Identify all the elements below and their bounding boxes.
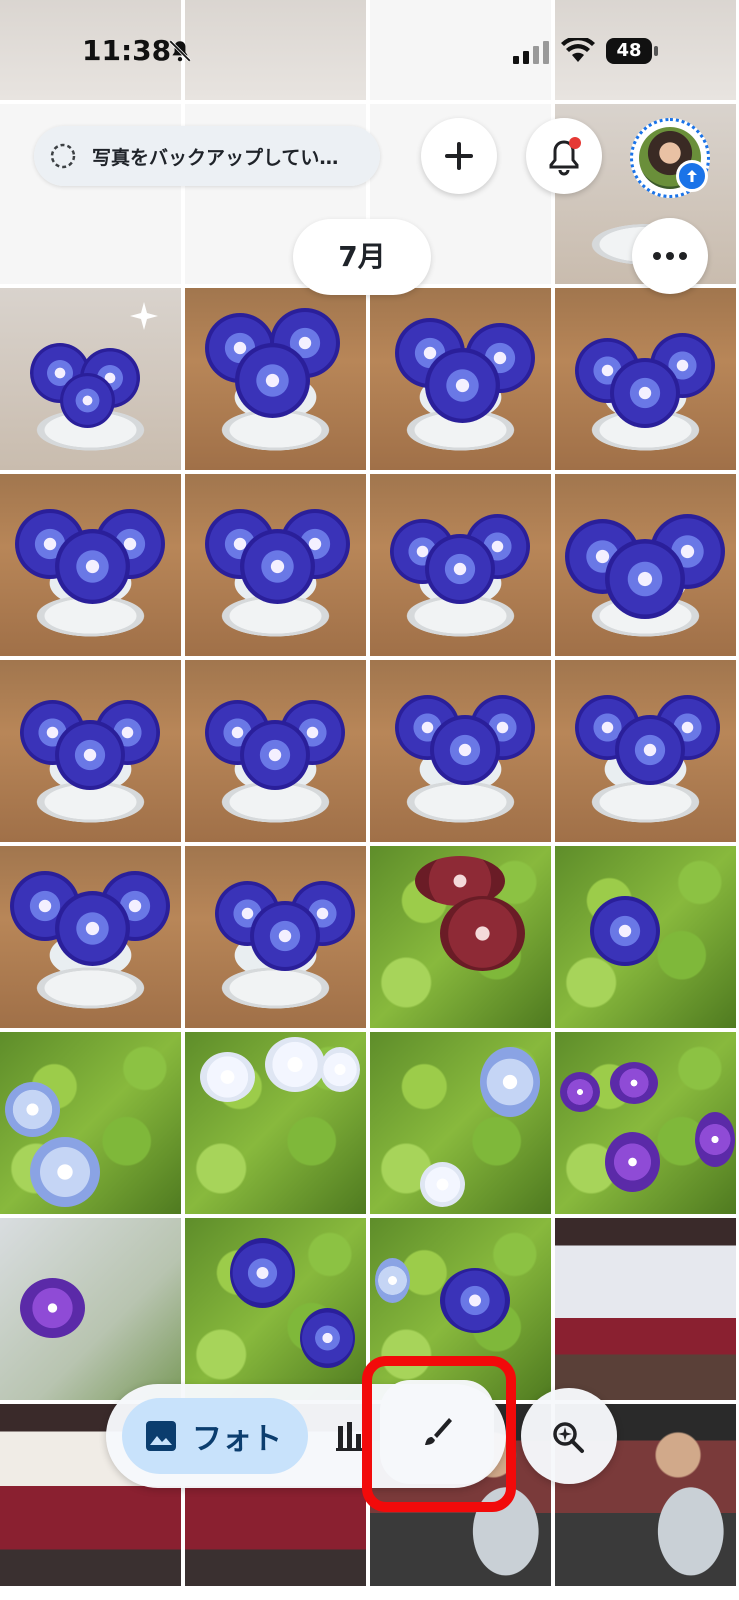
photo-thumbnail[interactable] — [0, 660, 181, 842]
search-button[interactable] — [521, 1388, 617, 1484]
photo-thumbnail[interactable] — [555, 846, 736, 1028]
more-horizontal-icon — [653, 252, 687, 260]
tab-photos-label: フォト — [192, 1422, 282, 1457]
tab-photos[interactable]: フォト — [122, 1398, 308, 1474]
backup-status-pill[interactable]: 写真をバックアップしてい… — [34, 126, 380, 186]
ask-search-icon — [553, 1422, 584, 1453]
photo-thumbnail[interactable] — [370, 846, 551, 1028]
photo-thumbnail[interactable] — [370, 1032, 551, 1214]
plus-icon — [445, 142, 473, 170]
photo-thumbnail[interactable] — [555, 660, 736, 842]
photo-thumbnail[interactable] — [185, 660, 366, 842]
photo-thumbnail[interactable] — [185, 846, 366, 1028]
photo-thumbnail[interactable] — [555, 288, 736, 470]
wifi-icon — [561, 38, 595, 62]
photo-thumbnail[interactable] — [0, 474, 181, 656]
more-options-button[interactable] — [632, 218, 708, 294]
photo-thumbnail[interactable] — [370, 474, 551, 656]
photo-thumbnail[interactable] — [555, 1032, 736, 1214]
notification-bell-icon — [549, 137, 581, 176]
photo-thumbnail[interactable] — [185, 0, 366, 100]
backup-progress-icon — [50, 143, 76, 169]
photo-thumbnail[interactable] — [370, 660, 551, 842]
status-time: 11:38 — [82, 34, 172, 67]
sparkle-icon — [130, 302, 158, 330]
photo-thumbnail[interactable] — [185, 1032, 366, 1214]
silent-mode-icon — [169, 40, 191, 62]
notifications-button[interactable] — [526, 118, 602, 194]
highlight-frame — [362, 1356, 516, 1512]
upload-arrow-icon — [676, 160, 708, 192]
photo-thumbnail[interactable] — [0, 1218, 181, 1400]
photo-thumbnail[interactable] — [185, 288, 366, 470]
photo-thumbnail[interactable] — [555, 474, 736, 656]
photo-thumbnail[interactable] — [0, 1032, 181, 1214]
create-button[interactable] — [421, 118, 497, 194]
photo-thumbnail[interactable] — [185, 474, 366, 656]
photo-thumbnail[interactable] — [555, 1218, 736, 1400]
photo-thumbnail[interactable] — [370, 288, 551, 470]
cellular-signal-icon — [513, 41, 549, 64]
photo-icon — [146, 1421, 176, 1451]
month-label: 7月 — [293, 219, 431, 295]
backup-status-text: 写真をバックアップしてい… — [92, 146, 339, 169]
battery-indicator: 48 — [606, 38, 658, 64]
photo-thumbnail[interactable] — [0, 846, 181, 1028]
photo-thumbnail[interactable] — [185, 1218, 366, 1400]
